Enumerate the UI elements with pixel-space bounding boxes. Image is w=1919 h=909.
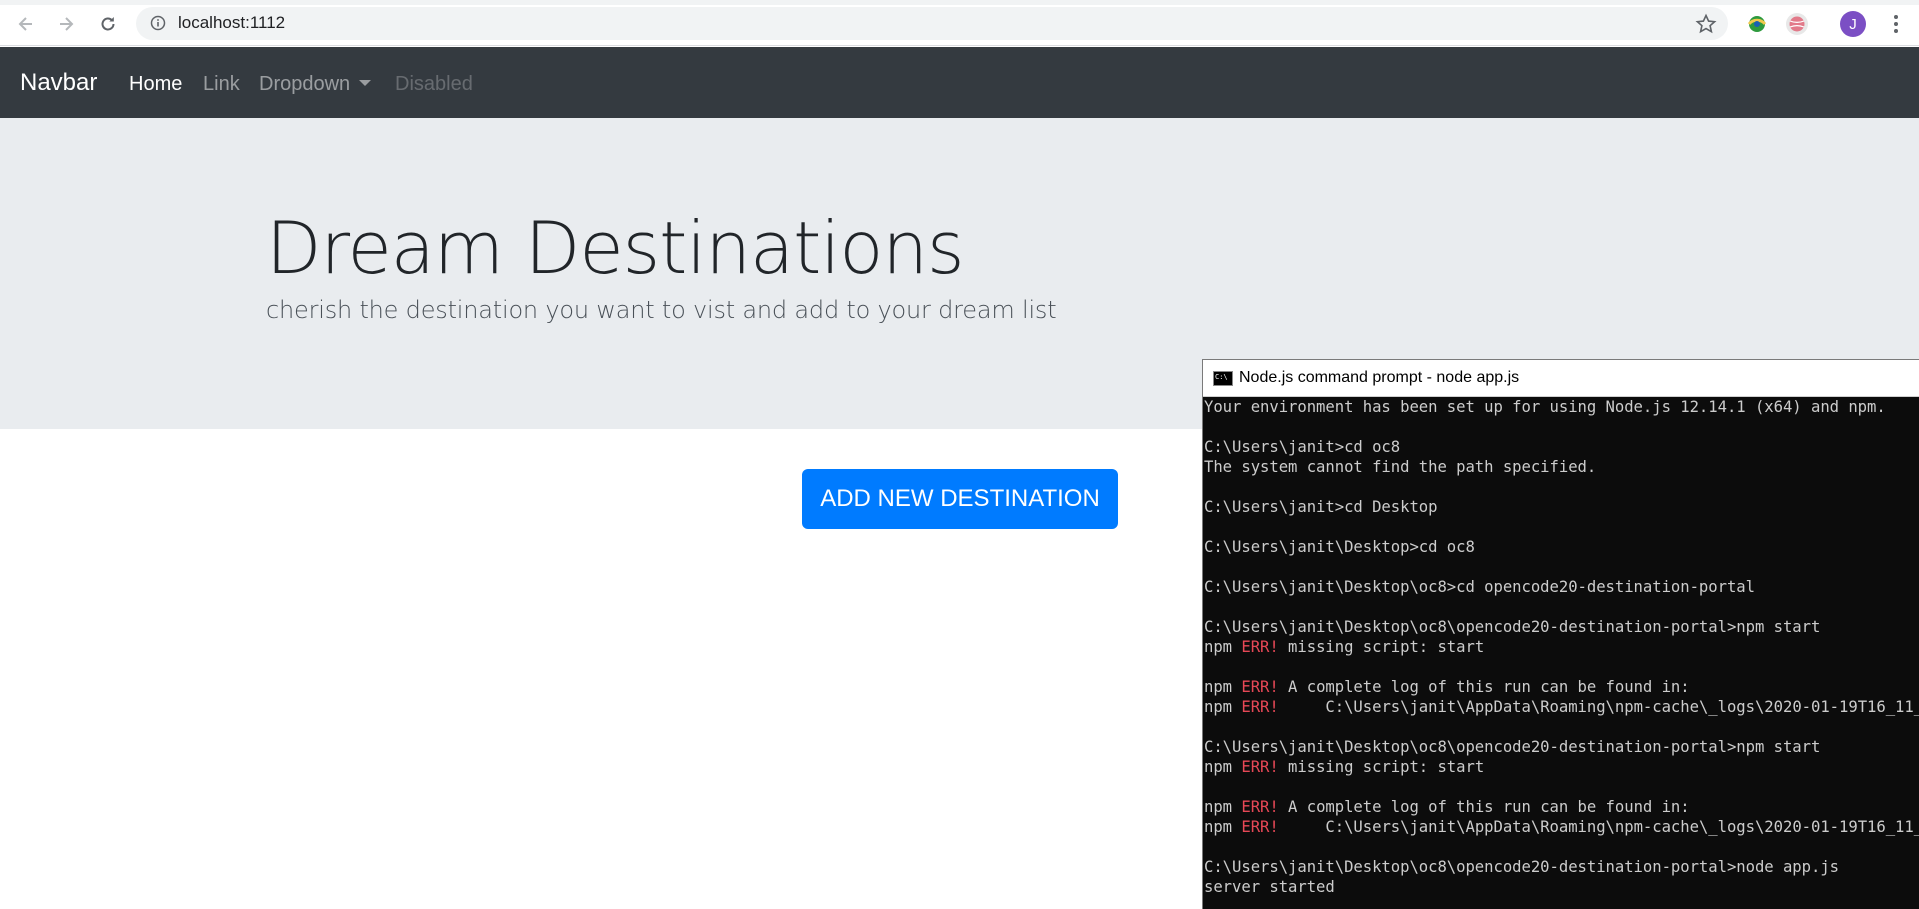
- console-line: C:\Users\janit\Desktop\oc8\opencode20-de…: [1204, 737, 1919, 757]
- console-titlebar[interactable]: Node.js command prompt - node app.js: [1203, 360, 1919, 397]
- console-line-text: The system cannot find the path specifie…: [1204, 458, 1597, 476]
- console-error-tag: ERR!: [1241, 818, 1279, 836]
- console-line-prefix: npm: [1204, 818, 1242, 836]
- console-line: npm ERR! A complete log of this run can …: [1204, 677, 1919, 697]
- console-line-text: C:\Users\janit\Desktop\oc8\opencode20-de…: [1204, 858, 1840, 876]
- site-navbar: Navbar Home Link Dropdown Disabled: [0, 47, 1919, 118]
- console-line-text: C:\Users\janit\Desktop>cd oc8: [1204, 538, 1475, 556]
- extension-globe-icon[interactable]: [1744, 11, 1770, 37]
- console-line: npm ERR! A complete log of this run can …: [1204, 797, 1919, 817]
- profile-avatar[interactable]: J: [1840, 11, 1866, 37]
- console-line: C:\Users\janit>cd oc8: [1204, 437, 1919, 457]
- kebab-menu-icon[interactable]: [1884, 12, 1908, 36]
- console-error-tag: ERR!: [1241, 698, 1279, 716]
- nav-item-home[interactable]: Home: [129, 73, 182, 96]
- console-line-prefix: npm: [1204, 698, 1242, 716]
- console-line: C:\Users\janit\Desktop\oc8\opencode20-de…: [1204, 617, 1919, 637]
- console-line: server started: [1204, 877, 1919, 897]
- reload-icon[interactable]: [96, 12, 120, 36]
- address-bar[interactable]: [136, 7, 1728, 40]
- console-error-tag: ERR!: [1241, 798, 1279, 816]
- console-line-text: C:\Users\janit\Desktop\oc8\opencode20-de…: [1204, 738, 1821, 756]
- extension-ball-icon[interactable]: [1784, 11, 1810, 37]
- console-output[interactable]: Your environment has been set up for usi…: [1204, 397, 1919, 897]
- bookmark-star-icon[interactable]: [1694, 12, 1718, 36]
- console-title: Node.js command prompt - node app.js: [1239, 369, 1520, 386]
- page-subtitle: cherish the destination you want to vist…: [266, 296, 1057, 324]
- console-line: C:\Users\janit\Desktop>cd oc8: [1204, 537, 1919, 557]
- console-line: C:\Users\janit>cd Desktop: [1204, 497, 1919, 517]
- add-destination-button[interactable]: ADD NEW DESTINATION: [802, 469, 1118, 529]
- console-error-tag: ERR!: [1241, 638, 1279, 656]
- console-line-text: Your environment has been set up for usi…: [1204, 398, 1886, 416]
- console-error-tag: ERR!: [1241, 678, 1279, 696]
- forward-arrow-icon[interactable]: [54, 12, 78, 36]
- console-line-prefix: npm: [1204, 678, 1242, 696]
- console-line: npm ERR! C:\Users\janit\AppData\Roaming\…: [1204, 817, 1919, 837]
- console-line-text: C:\Users\janit\Desktop\oc8>cd opencode20…: [1204, 578, 1755, 596]
- console-line-text: C:\Users\janit\AppData\Roaming\npm-cache…: [1278, 698, 1919, 716]
- console-line-text: server started: [1204, 878, 1335, 896]
- console-app-icon: [1213, 371, 1233, 386]
- back-arrow-icon[interactable]: [14, 12, 38, 36]
- console-line-prefix: npm: [1204, 758, 1242, 776]
- console-line: Your environment has been set up for usi…: [1204, 397, 1919, 417]
- site-info-icon[interactable]: [150, 15, 166, 31]
- console-line: npm ERR! missing script: start: [1204, 637, 1919, 657]
- command-prompt-window[interactable]: Node.js command prompt - node app.js You…: [1202, 359, 1919, 909]
- console-line-text: C:\Users\janit>cd Desktop: [1204, 498, 1438, 516]
- navbar-brand[interactable]: Navbar: [20, 69, 97, 97]
- console-line-text: C:\Users\janit\AppData\Roaming\npm-cache…: [1278, 818, 1919, 836]
- console-line-text: missing script: start: [1278, 638, 1485, 656]
- dropdown-label: Dropdown: [259, 73, 351, 95]
- console-line-text: A complete log of this run can be found …: [1278, 678, 1690, 696]
- nav-item-dropdown[interactable]: Dropdown: [259, 73, 372, 96]
- url-text[interactable]: localhost:1112: [178, 13, 285, 33]
- dropdown-caret-icon: [359, 80, 372, 86]
- console-line-prefix: npm: [1204, 798, 1242, 816]
- console-line: The system cannot find the path specifie…: [1204, 457, 1919, 477]
- console-line-text: missing script: start: [1278, 758, 1485, 776]
- console-line-text: C:\Users\janit>cd oc8: [1204, 438, 1401, 456]
- browser-toolbar: localhost:1112 J: [0, 0, 1919, 46]
- console-line: C:\Users\janit\Desktop\oc8\opencode20-de…: [1204, 857, 1919, 877]
- nav-item-link[interactable]: Link: [203, 73, 240, 96]
- tab-strip-edge: [0, 0, 1919, 5]
- console-line: npm ERR! C:\Users\janit\AppData\Roaming\…: [1204, 697, 1919, 717]
- console-line-text: A complete log of this run can be found …: [1278, 798, 1690, 816]
- console-line: npm ERR! missing script: start: [1204, 757, 1919, 777]
- console-line-text: C:\Users\janit\Desktop\oc8\opencode20-de…: [1204, 618, 1821, 636]
- console-error-tag: ERR!: [1241, 758, 1279, 776]
- nav-item-disabled: Disabled: [395, 73, 473, 95]
- console-line: C:\Users\janit\Desktop\oc8>cd opencode20…: [1204, 577, 1919, 597]
- console-line-prefix: npm: [1204, 638, 1242, 656]
- page-title: Dream Destinations: [266, 206, 965, 290]
